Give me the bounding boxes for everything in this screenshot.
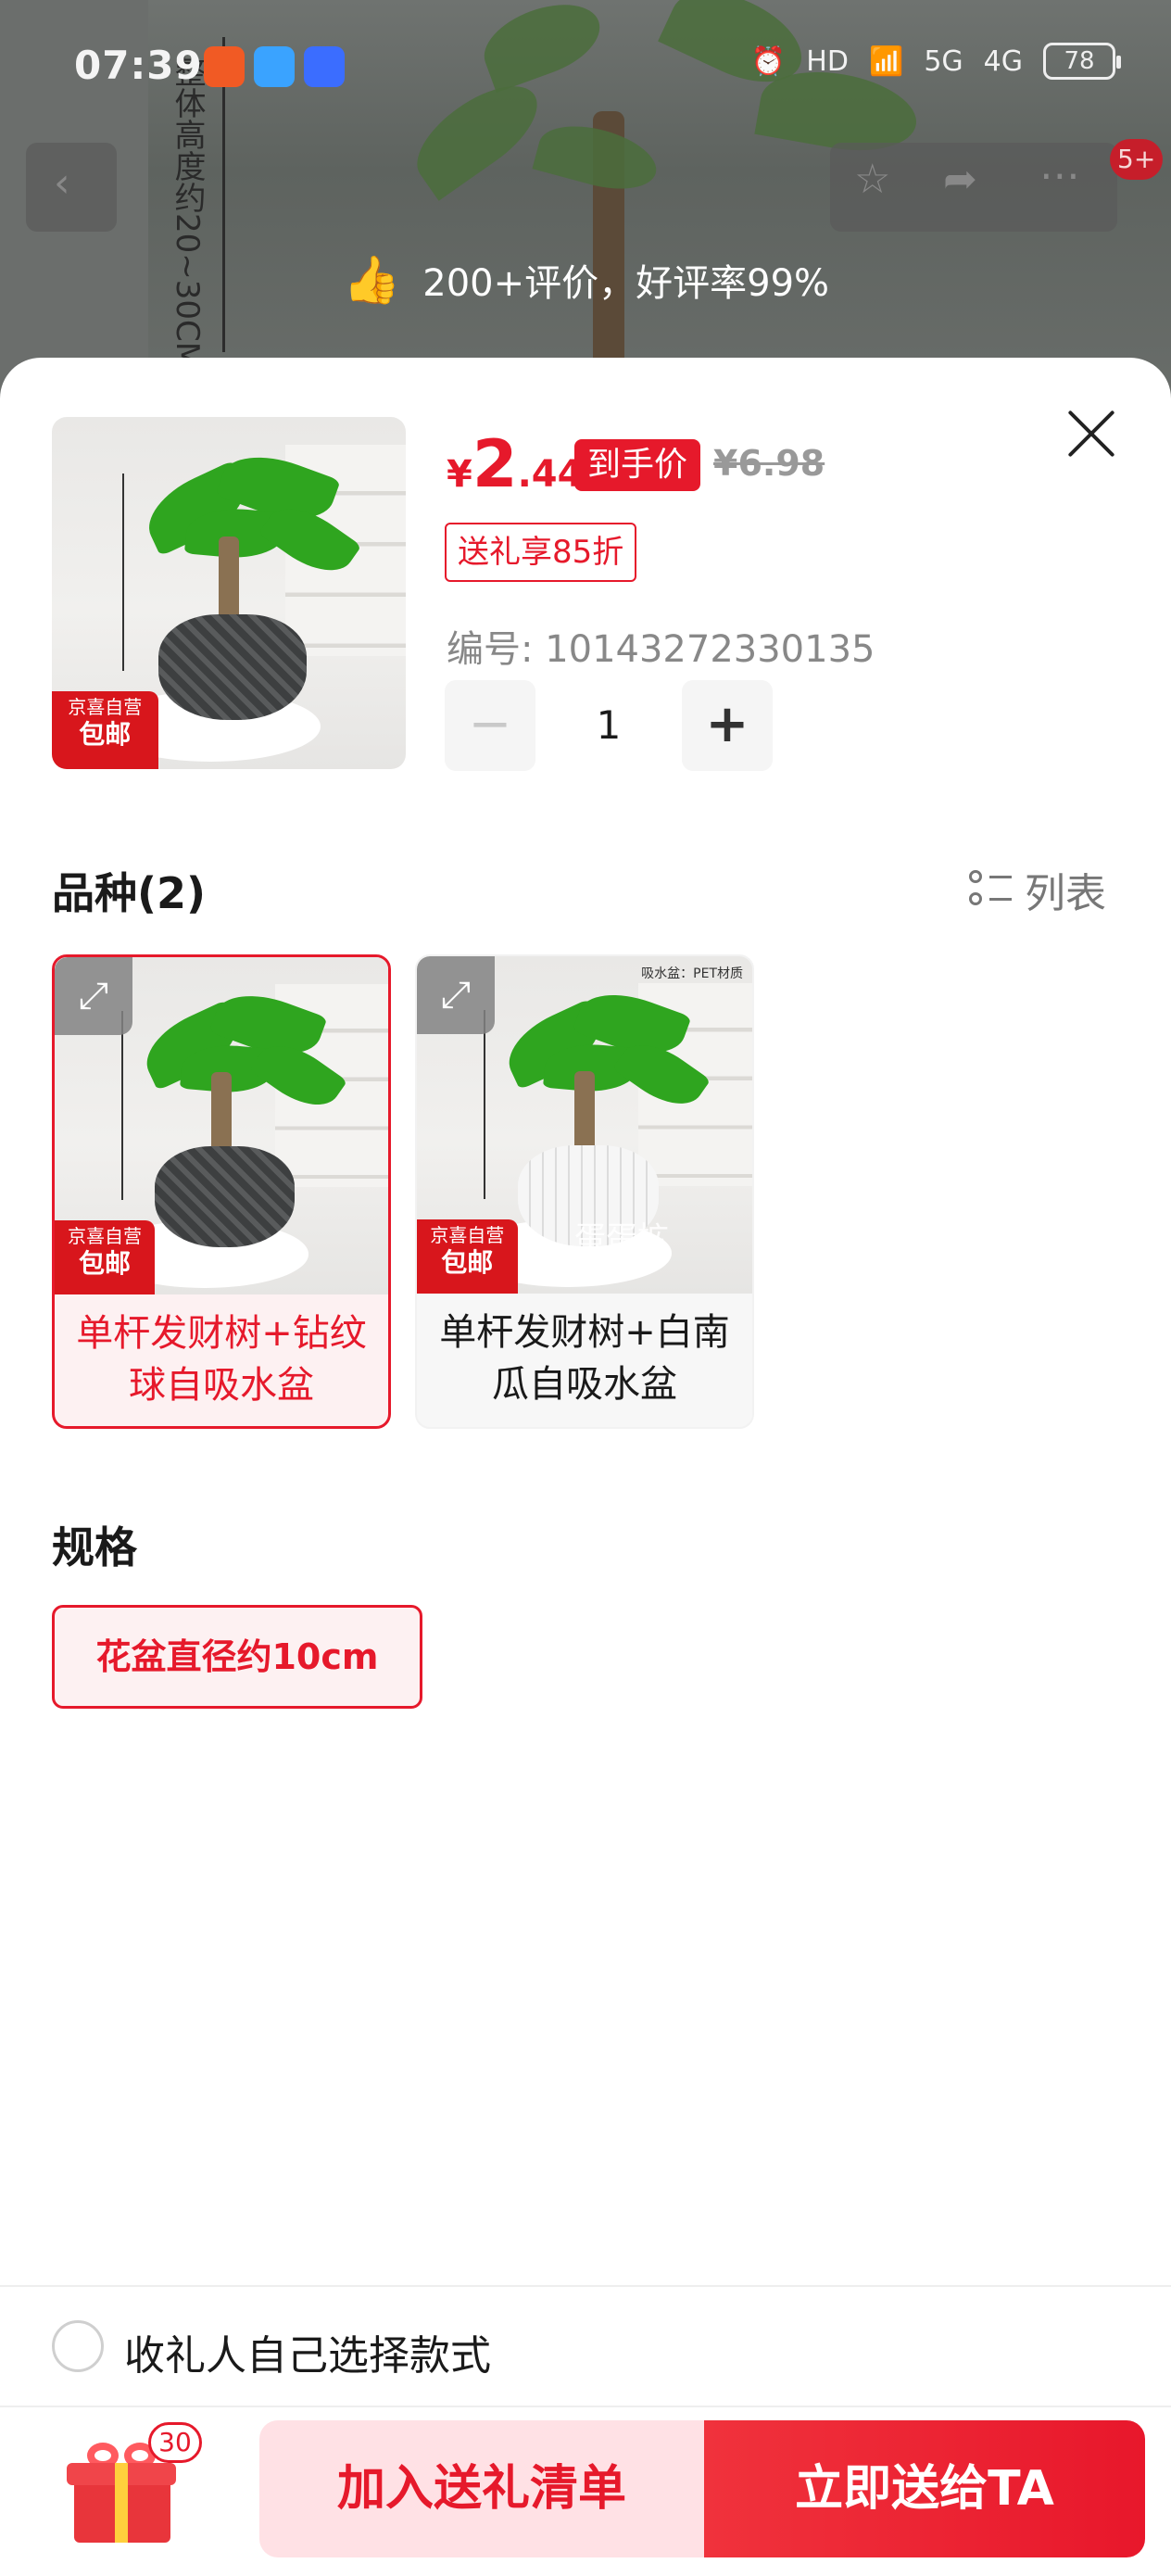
send-gift-now-button[interactable]: 立即送给TA bbox=[704, 2420, 1145, 2557]
list-icon bbox=[969, 868, 1012, 911]
tag-line1: 京喜自营 bbox=[68, 1224, 142, 1247]
add-to-gift-list-button[interactable]: 加入送礼清单 bbox=[259, 2420, 704, 2557]
original-price: ¥6.98 bbox=[713, 443, 825, 484]
review-summary-text: 200+评价，好评率99% bbox=[422, 262, 830, 305]
baidu-notification-icon bbox=[304, 46, 345, 87]
image-corner-note: 吸水盆：PET材质 bbox=[641, 966, 743, 981]
image-ruler bbox=[484, 1010, 490, 1200]
variety-section-title: 品种(2) bbox=[52, 868, 207, 918]
tag-line1: 京喜自营 bbox=[68, 696, 143, 719]
tag-line2: 包邮 bbox=[78, 1247, 131, 1279]
recipient-choice-checkbox[interactable] bbox=[52, 2320, 104, 2372]
close-icon[interactable] bbox=[1064, 406, 1119, 461]
gift-discount-badge: 送礼享85折 bbox=[445, 523, 637, 582]
image-ruler bbox=[121, 1011, 128, 1201]
wifi-icon: 📶 bbox=[868, 44, 904, 78]
alarm-icon: ⏰ bbox=[750, 44, 787, 78]
jingxi-free-shipping-tag: 京喜自营 包邮 bbox=[417, 1219, 518, 1294]
spec-section-title: 规格 bbox=[52, 1522, 137, 1572]
chevron-left-icon: ‹ bbox=[54, 159, 70, 207]
tag-line2: 包邮 bbox=[79, 719, 132, 751]
signal-5g: 5G bbox=[924, 44, 963, 78]
gift-count-badge: 30 bbox=[148, 2422, 202, 2463]
signal-4g: 4G bbox=[983, 44, 1023, 78]
status-time: 07:39 bbox=[74, 43, 203, 88]
expand-icon[interactable]: ⤢ bbox=[55, 957, 132, 1035]
tag-line1: 京喜自营 bbox=[430, 1223, 505, 1246]
price-currency: ¥ bbox=[447, 453, 472, 496]
quantity-increase-button[interactable]: + bbox=[682, 680, 773, 771]
thumbs-up-icon: 👍 bbox=[343, 252, 401, 307]
back-button[interactable]: ‹ bbox=[26, 143, 117, 232]
telegram-notification-icon bbox=[254, 46, 295, 87]
share-icon[interactable]: ➦ bbox=[943, 156, 977, 203]
variant-option-diamond-pot[interactable]: 京喜自营 包邮 ⤢ 单杆发财树+钻纹球自吸水盆 bbox=[52, 954, 391, 1429]
more-icon[interactable]: ⋯ bbox=[1039, 152, 1080, 199]
gift-ribbon bbox=[115, 2463, 128, 2543]
variant-image: 吸水盆：PET材质 京喜自营 包邮 蛋蛋拡 ⤢ bbox=[417, 956, 752, 1294]
image-watermark: 蛋蛋拡 bbox=[574, 1219, 670, 1257]
list-view-toggle[interactable]: 列表 bbox=[969, 860, 1106, 919]
image-pot bbox=[157, 613, 308, 720]
expand-icon[interactable]: ⤢ bbox=[417, 956, 495, 1034]
battery-icon: 78 bbox=[1043, 43, 1121, 80]
image-pot bbox=[155, 1145, 296, 1248]
jingxi-free-shipping-tag: 京喜自营 包邮 bbox=[52, 691, 158, 769]
tag-line2: 包邮 bbox=[441, 1246, 494, 1278]
quantity-decrease-button[interactable]: − bbox=[445, 680, 535, 771]
price-integer: 2 bbox=[472, 426, 518, 502]
product-sku: 编号: 10143272330135 bbox=[447, 628, 875, 671]
divider bbox=[0, 2285, 1171, 2287]
star-icon[interactable]: ☆ bbox=[854, 156, 890, 203]
final-price-badge: 到手价 bbox=[574, 439, 701, 491]
message-badge: 5+ bbox=[1110, 139, 1164, 180]
variant-option-white-pumpkin-pot[interactable]: 吸水盆：PET材质 京喜自营 包邮 蛋蛋拡 ⤢ 单杆发财树+白南瓜自吸水盆 bbox=[415, 954, 754, 1429]
list-view-label: 列表 bbox=[1025, 870, 1106, 917]
hd-indicator: HD bbox=[806, 44, 849, 78]
top-actions-group: ☆ ➦ ⋯ bbox=[830, 143, 1117, 232]
app-notification-icon bbox=[204, 46, 245, 87]
status-bar: 07:39 ⏰ HD 📶 5G 4G 78 bbox=[0, 0, 1171, 139]
variant-label: 单杆发财树+白南瓜自吸水盆 bbox=[439, 1311, 730, 1406]
product-thumbnail[interactable]: 京喜自营 包邮 bbox=[52, 417, 406, 769]
variant-image: 京喜自营 包邮 ⤢ bbox=[55, 957, 388, 1294]
quantity-value[interactable]: 1 bbox=[535, 680, 682, 771]
current-price: ¥ 2 .44 bbox=[447, 432, 583, 497]
divider bbox=[0, 2406, 1171, 2407]
jingxi-free-shipping-tag: 京喜自营 包邮 bbox=[55, 1219, 155, 1294]
variant-label: 单杆发财树+钻纹球自吸水盆 bbox=[76, 1312, 367, 1407]
review-summary[interactable]: 👍 200+评价，好评率99% bbox=[343, 243, 829, 317]
recipient-choice-label[interactable]: 收礼人自己选择款式 bbox=[124, 2322, 491, 2381]
price-decimal: .44 bbox=[517, 453, 584, 496]
status-indicators: ⏰ HD 📶 5G 4G 78 bbox=[750, 43, 1121, 80]
image-ruler bbox=[122, 473, 130, 671]
spec-option-pot-diameter[interactable]: 花盆直径约10cm bbox=[52, 1605, 422, 1709]
